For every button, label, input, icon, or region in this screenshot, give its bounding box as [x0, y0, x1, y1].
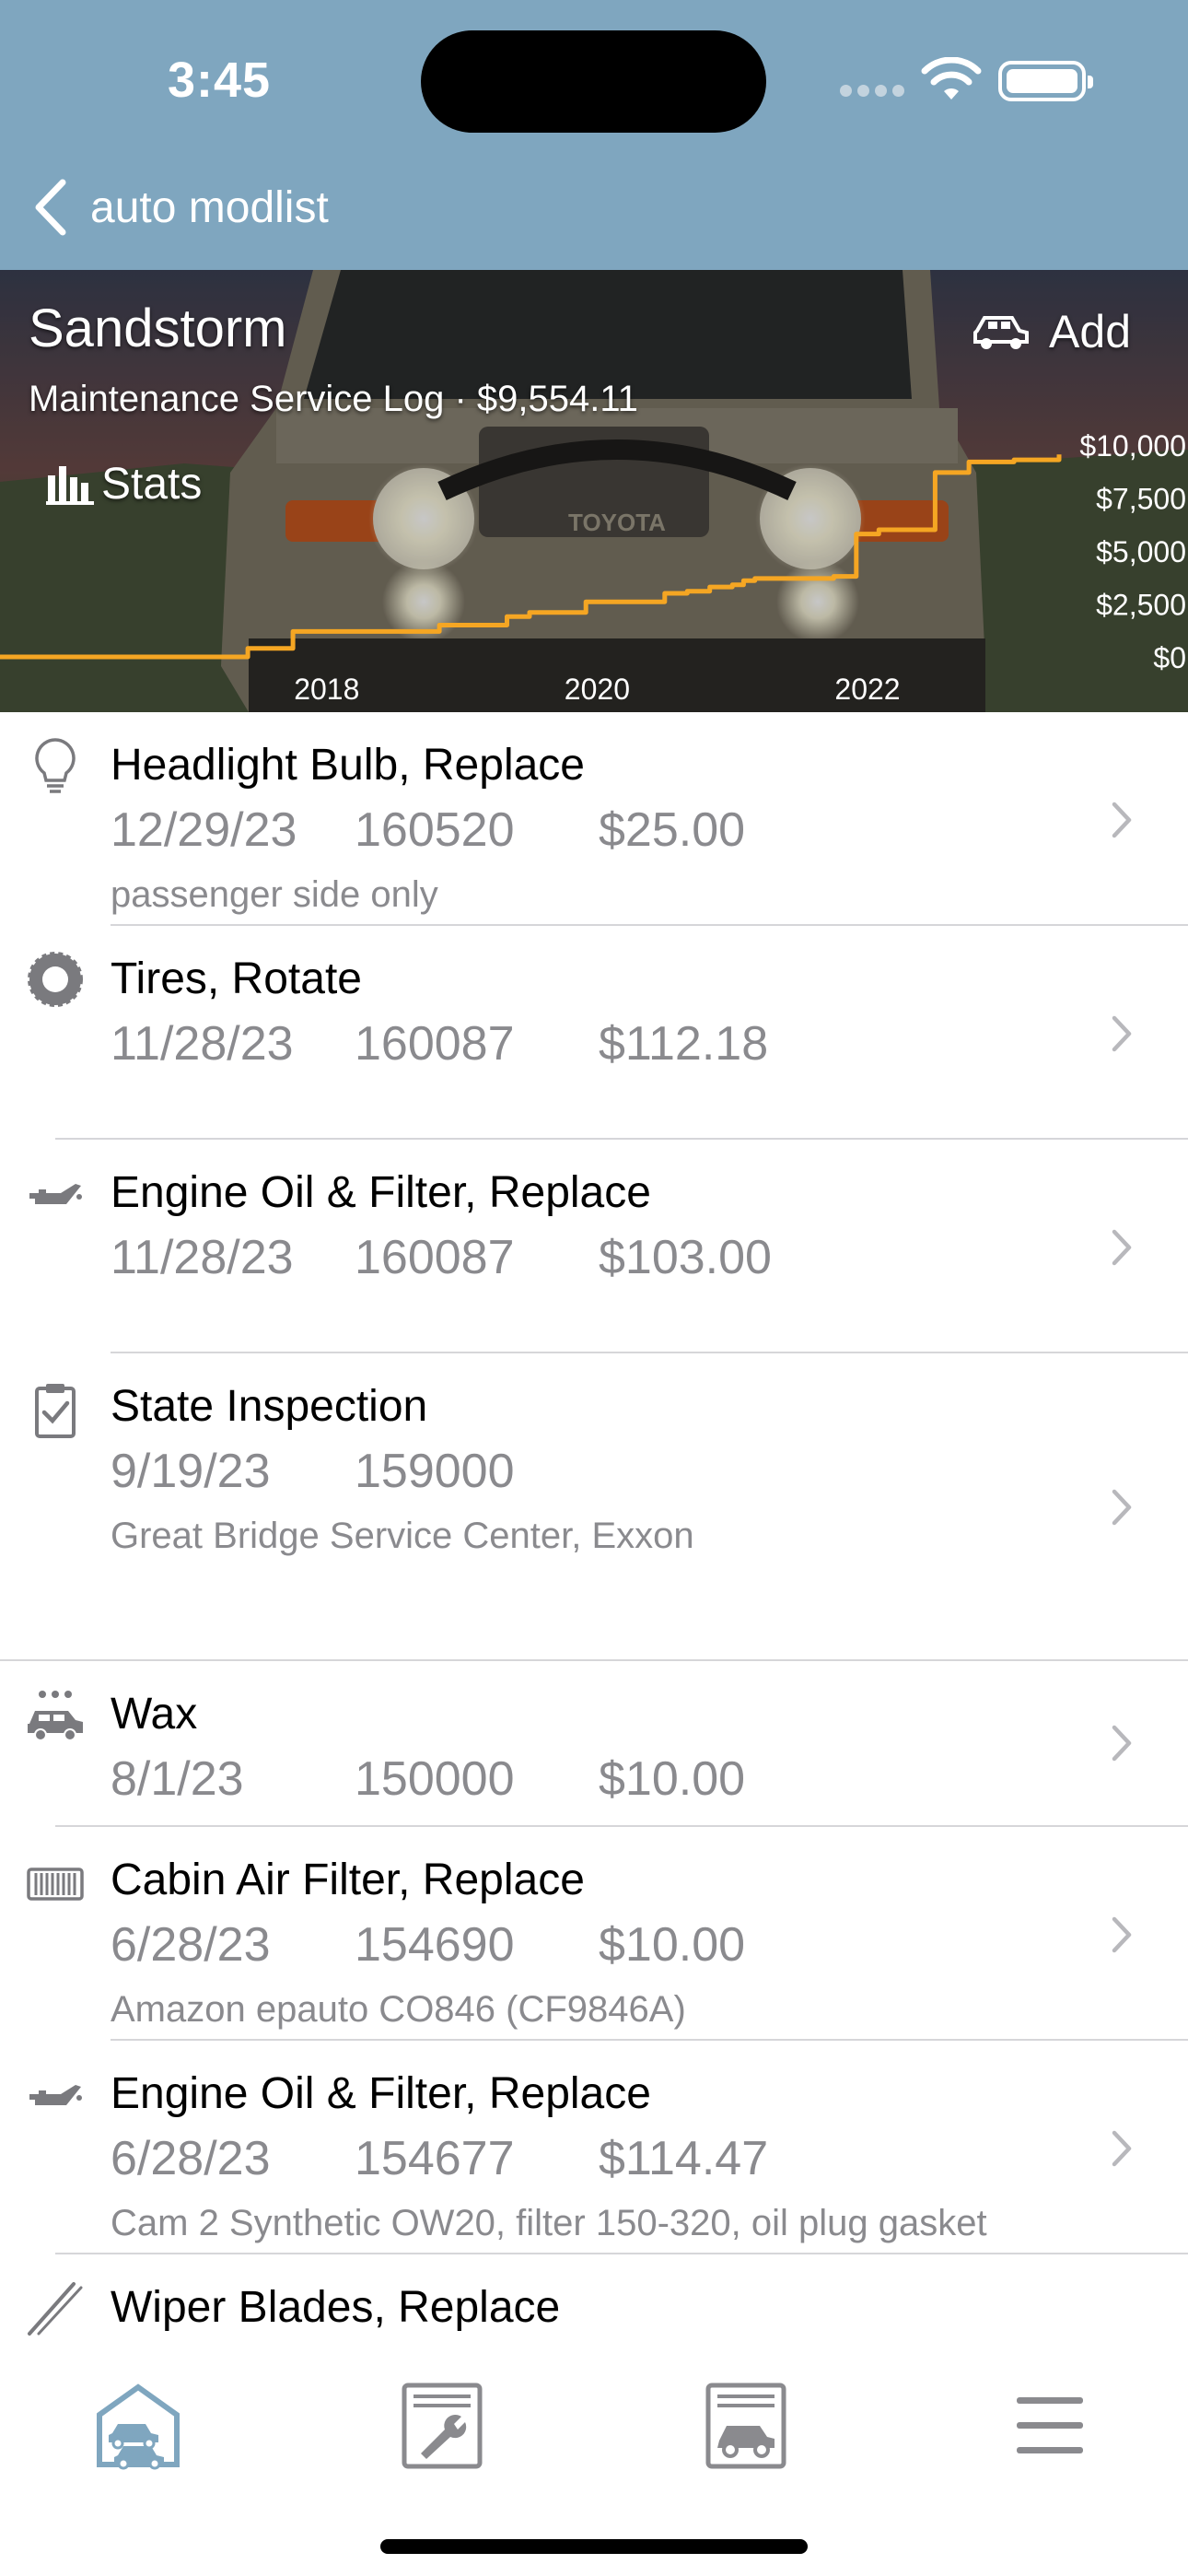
- bar-chart-icon: [46, 465, 94, 505]
- navigation-bar: 3:45 auto modlist: [0, 0, 1188, 270]
- add-button[interactable]: Add: [972, 305, 1131, 358]
- chevron-right-icon: [1112, 1916, 1132, 1953]
- chevron-right-icon: [1112, 1725, 1132, 1762]
- vehicle-card-icon: [705, 2383, 786, 2469]
- tab-garage[interactable]: [87, 2375, 189, 2476]
- list-item[interactable]: Headlight Bulb, Replace 12/29/23 160520 …: [0, 712, 1188, 926]
- entry-note: Great Bridge Service Center, Exxon: [111, 1516, 694, 1556]
- list-item[interactable]: Tires, Rotate 11/28/23 160087 $112.18: [0, 926, 1188, 1140]
- vehicle-name: Sandstorm: [29, 299, 287, 358]
- add-label: Add: [1049, 306, 1131, 357]
- entry-date: 12/29/23: [111, 803, 297, 857]
- stats-label: Stats: [101, 460, 203, 509]
- entry-cost: $10.00: [599, 1752, 746, 1806]
- entry-cost: $10.00: [599, 1918, 746, 1972]
- entry-note: passenger side only: [111, 874, 438, 915]
- oil-can-icon: [29, 2085, 82, 2105]
- car-wash-icon: [28, 1691, 83, 1741]
- entry-mileage: 160087: [355, 1231, 515, 1284]
- status-time: 3:45: [168, 53, 272, 108]
- entry-title: Wiper Blades, Replace: [111, 2283, 561, 2332]
- entry-date: 8/1/23: [111, 1752, 244, 1806]
- entry-title: Engine Oil & Filter, Replace: [111, 2069, 651, 2118]
- vehicle-header: TOYOTA $10,000 $7,500 $5,000 $2,500 $0 2018 2…: [0, 270, 1188, 712]
- entry-mileage: 154677: [355, 2132, 515, 2185]
- x-tick-label: 2022: [834, 673, 900, 706]
- list-item[interactable]: Engine Oil & Filter, Replace 6/28/23 154…: [0, 2041, 1188, 2254]
- back-button[interactable]: auto modlist: [31, 177, 329, 238]
- y-tick-label: $0: [1153, 641, 1186, 674]
- chevron-right-icon: [1112, 1489, 1132, 1526]
- list-item[interactable]: State Inspection 9/19/23 159000 Great Br…: [0, 1353, 1188, 1661]
- entry-cost: $103.00: [599, 1231, 772, 1284]
- lightbulb-icon: [35, 738, 76, 793]
- entry-mileage: 160520: [355, 803, 515, 857]
- entry-cost: $114.47: [599, 2132, 769, 2185]
- entry-title: Engine Oil & Filter, Replace: [111, 1168, 651, 1217]
- entry-mileage: 154690: [355, 1918, 515, 1972]
- entry-title: Headlight Bulb, Replace: [111, 741, 585, 790]
- entry-cost: $25.00: [599, 803, 746, 857]
- chevron-right-icon: [1112, 1015, 1132, 1052]
- entry-date: 9/19/23: [111, 1445, 271, 1498]
- wiper-blade-icon: [28, 2282, 83, 2336]
- add-vehicle-icon: [973, 316, 1030, 349]
- battery-icon: [998, 61, 1093, 101]
- entry-title: Cabin Air Filter, Replace: [111, 1856, 585, 1904]
- chevron-right-icon: [1112, 802, 1132, 838]
- entry-date: 6/28/23: [111, 1918, 271, 1972]
- y-tick-label: $5,000: [1096, 535, 1186, 568]
- y-tick-label: $7,500: [1096, 483, 1186, 516]
- tab-vehicle-card[interactable]: [695, 2375, 797, 2476]
- entry-date: 11/28/23: [111, 1017, 294, 1071]
- air-filter-icon: [27, 1868, 84, 1901]
- y-tick-label: $2,500: [1096, 589, 1186, 622]
- cellular-signal-icon: [840, 85, 910, 101]
- clipboard-check-icon: [35, 1384, 76, 1438]
- tab-menu[interactable]: [999, 2375, 1101, 2476]
- entry-date: 6/28/23: [111, 2132, 271, 2185]
- entry-note: Cam 2 Synthetic OW20, filter 150-320, oi…: [111, 2203, 987, 2243]
- stats-button[interactable]: Stats: [46, 459, 202, 509]
- entry-mileage: 159000: [355, 1445, 515, 1498]
- x-tick-label: 2018: [294, 673, 359, 706]
- log-subtitle: Maintenance Service Log · $9,554.11: [29, 379, 638, 419]
- entry-date: 11/28/23: [111, 1231, 294, 1284]
- home-indicator: [380, 2539, 808, 2554]
- entry-mileage: 160087: [355, 1017, 515, 1071]
- entry-mileage: 150000: [355, 1752, 515, 1806]
- list-item[interactable]: Cabin Air Filter, Replace 6/28/23 154690…: [0, 1827, 1188, 2041]
- list-item[interactable]: Engine Oil & Filter, Replace 11/28/23 16…: [0, 1140, 1188, 1353]
- garage-icon: [97, 2383, 180, 2470]
- wifi-icon: [921, 57, 982, 100]
- dynamic-island: [421, 30, 766, 133]
- tab-service-log[interactable]: [391, 2375, 493, 2476]
- x-tick-label: 2020: [565, 673, 630, 706]
- entry-title: Tires, Rotate: [111, 954, 362, 1003]
- oil-can-icon: [29, 1184, 82, 1204]
- entry-cost: $112.18: [599, 1017, 769, 1071]
- tire-icon: [28, 952, 83, 1007]
- entry-note: Amazon epauto CO846 (CF9846A): [111, 1989, 686, 2030]
- chevron-right-icon: [1112, 2130, 1132, 2167]
- y-tick-label: $10,000: [1079, 429, 1186, 463]
- list-item[interactable]: Wax 8/1/23 150000 $10.00: [0, 1661, 1188, 1827]
- chevron-right-icon: [1112, 1229, 1132, 1266]
- entry-title: State Inspection: [111, 1382, 428, 1431]
- service-log-icon: [402, 2383, 483, 2469]
- menu-icon: [1017, 2397, 1083, 2453]
- entry-title: Wax: [111, 1690, 198, 1739]
- back-button-label: auto modlist: [90, 182, 329, 232]
- chevron-left-icon: [35, 179, 66, 236]
- service-log-list: Headlight Bulb, Replace 12/29/23 160520 …: [0, 712, 1188, 2365]
